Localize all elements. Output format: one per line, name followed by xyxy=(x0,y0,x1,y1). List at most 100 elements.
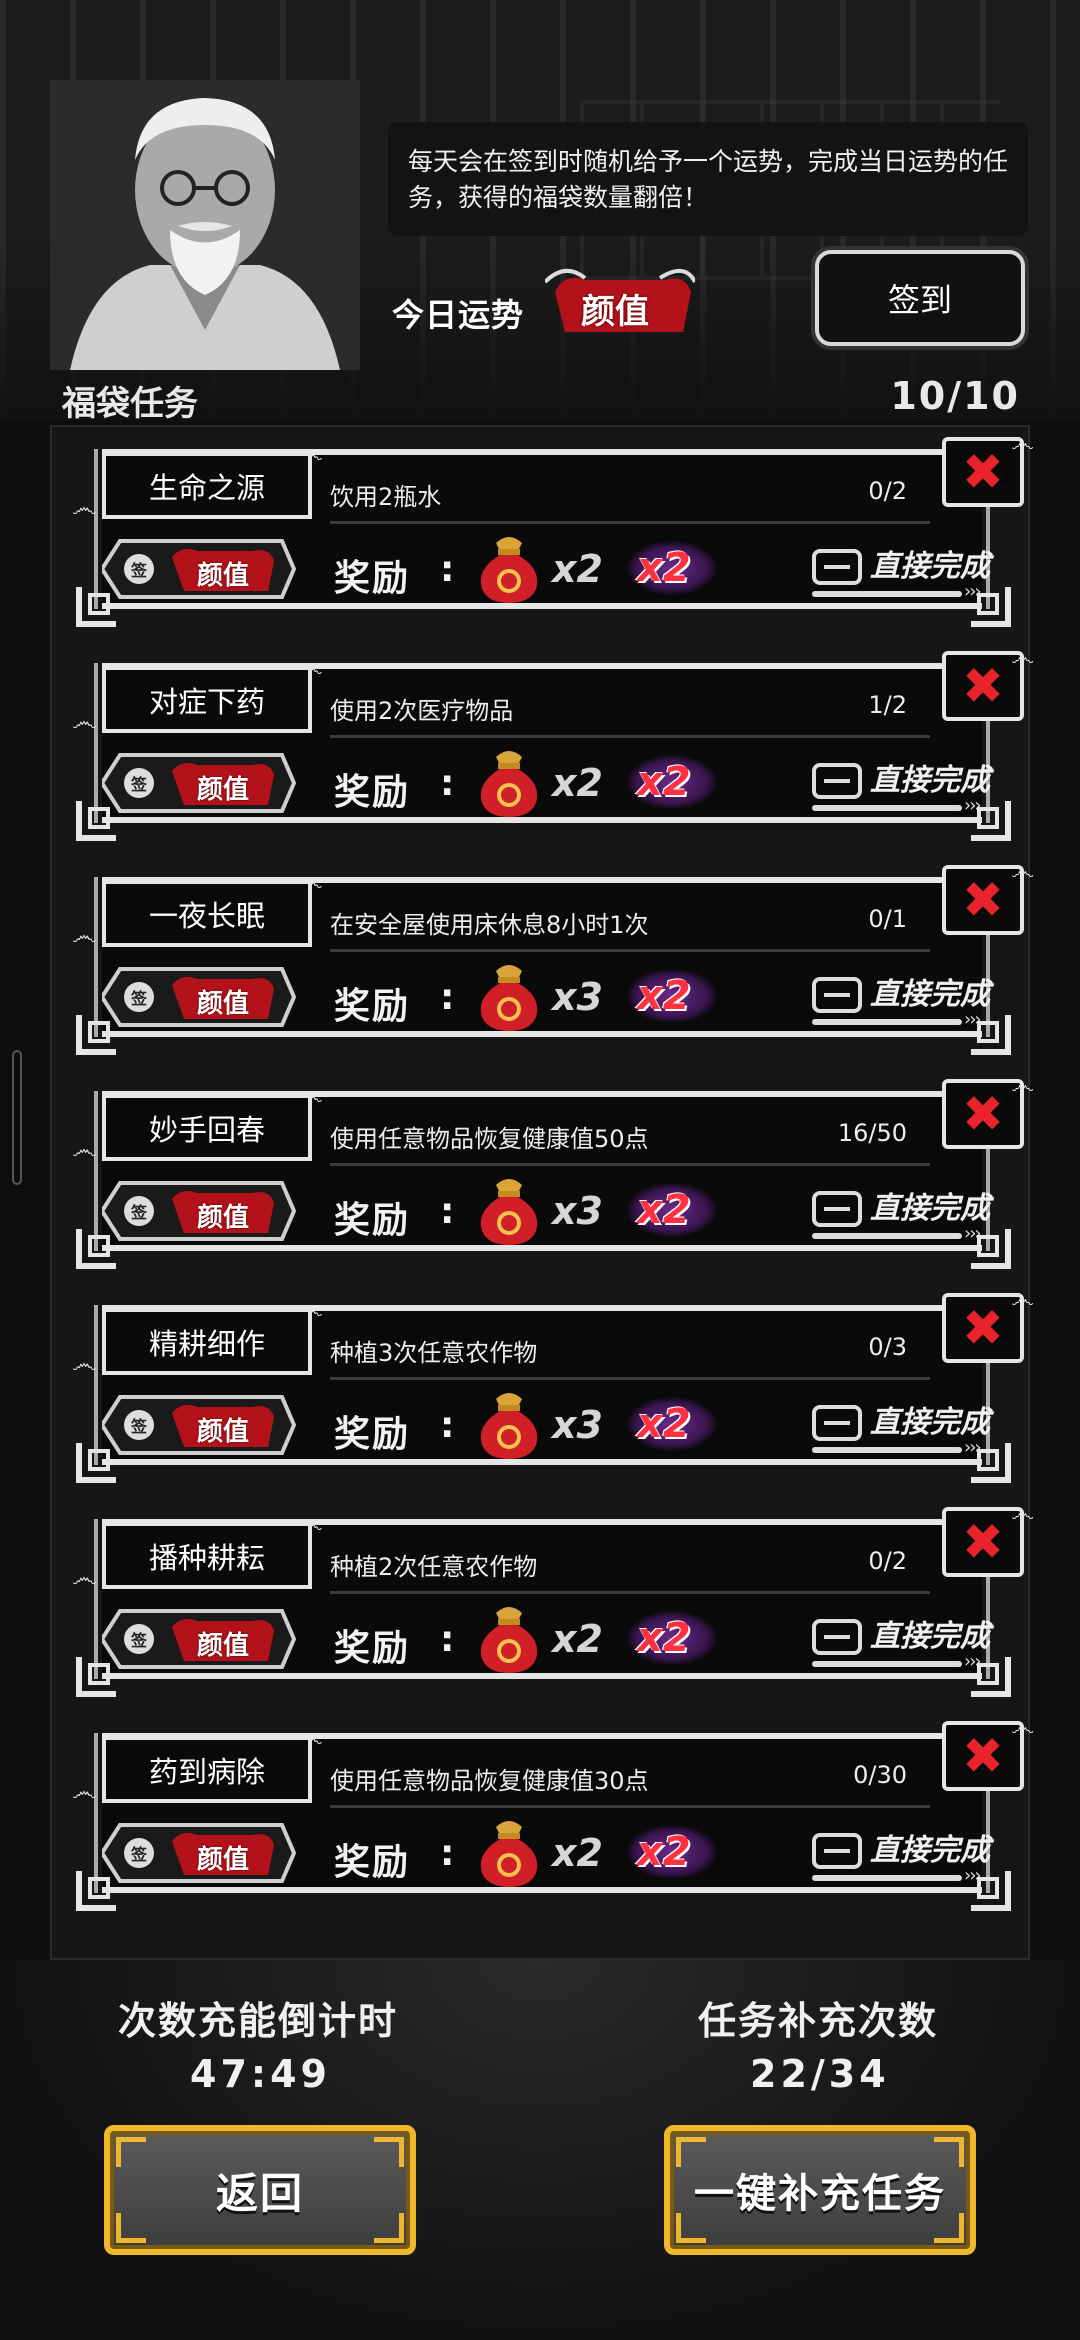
abandon-task-button[interactable]: ✖ ෴ xyxy=(942,1499,1034,1577)
reward-colon: : xyxy=(440,1833,455,1874)
fortune-tag-value: 颜值 xyxy=(197,989,250,1019)
double-reward-badge: x2 xyxy=(627,1825,717,1879)
lucky-bag-icon xyxy=(474,529,544,605)
close-x-icon: ✖ xyxy=(962,657,1004,715)
double-reward-badge: x2 xyxy=(627,541,717,595)
abandon-task-button[interactable]: ✖ ෴ xyxy=(942,1071,1034,1149)
fortune-tag: 签 颜值 xyxy=(99,751,297,815)
task-name: 对症下药 xyxy=(102,665,312,733)
side-drag-handle[interactable] xyxy=(12,1050,22,1185)
task-row: ෴ ෴ 精耕细作 种植3次任意农作物 0/3 签 颜值 奖励 : xyxy=(72,1285,1034,1483)
back-button[interactable]: 返回 xyxy=(104,2125,416,2255)
double-reward-badge: x2 xyxy=(627,755,717,809)
lucky-bag-icon xyxy=(474,1599,544,1675)
task-name: 一夜长眠 xyxy=(102,879,312,947)
cloud-swirl-icon: ෴ xyxy=(1011,857,1034,885)
sign-icon: 签 xyxy=(124,982,154,1012)
task-progress: 0/3 xyxy=(868,1333,907,1361)
double-reward-badge: x2 xyxy=(627,1611,717,1665)
task-count: 10/10 xyxy=(890,374,1020,418)
task-description: 种植3次任意农作物 xyxy=(330,1339,538,1367)
instant-complete-label: 直接完成 xyxy=(870,1191,990,1226)
reward-count: x2 xyxy=(552,761,603,805)
task-name: 生命之源 xyxy=(102,451,312,519)
arrows-icon: ››› xyxy=(964,1437,982,1458)
cloud-swirl-icon: ෴ xyxy=(72,1349,97,1379)
sign-icon: 签 xyxy=(124,1838,154,1868)
task-description: 饮用2瓶水 xyxy=(330,483,442,511)
cloud-swirl-icon: ෴ xyxy=(72,493,97,523)
cloud-swirl-icon: ෴ xyxy=(72,1563,97,1593)
ticket-icon xyxy=(812,1833,862,1869)
signin-button[interactable]: 签到 xyxy=(815,250,1025,346)
task-row: ෴ ෴ 妙手回春 使用任意物品恢复健康值50点 16/50 签 颜值 奖励 : xyxy=(72,1071,1034,1269)
task-row: ෴ ෴ 生命之源 饮用2瓶水 0/2 签 颜值 奖励 : xyxy=(72,429,1034,627)
instant-complete-button[interactable]: 直接完成 ››› xyxy=(812,749,1012,819)
reward-count: x2 xyxy=(552,1831,603,1875)
arrows-icon: ››› xyxy=(964,1865,982,1886)
abandon-task-button[interactable]: ✖ ෴ xyxy=(942,857,1034,935)
reward-label: 奖励 xyxy=(334,986,411,1027)
fortune-tag: 签 颜值 xyxy=(99,537,297,601)
task-name: 播种耕耘 xyxy=(102,1521,312,1589)
abandon-task-button[interactable]: ✖ ෴ xyxy=(942,1285,1034,1363)
arrows-icon: ››› xyxy=(964,1009,982,1030)
reward-count: x2 xyxy=(552,1617,603,1661)
today-fortune-badge: 颜值 xyxy=(543,262,697,344)
instant-complete-label: 直接完成 xyxy=(870,1405,990,1440)
double-multiplier: x2 xyxy=(637,1829,691,1875)
refill-tasks-button[interactable]: 一键补充任务 xyxy=(664,2125,976,2255)
description-divider xyxy=(330,949,930,952)
reward-count: x3 xyxy=(552,1189,603,1233)
cloud-swirl-icon: ෴ xyxy=(1011,643,1034,671)
fortune-tag: 签 颜值 xyxy=(99,1393,297,1457)
reward-colon: : xyxy=(440,1405,455,1446)
fortune-tag: 签 颜值 xyxy=(99,1607,297,1671)
fortune-tag: 签 颜值 xyxy=(99,965,297,1029)
double-multiplier: x2 xyxy=(637,1401,691,1447)
underline-bar xyxy=(812,591,962,597)
instant-complete-button[interactable]: 直接完成 ››› xyxy=(812,963,1012,1033)
reward-count: x3 xyxy=(552,1403,603,1447)
underline-bar xyxy=(812,1019,962,1025)
fortune-tag-value: 颜值 xyxy=(197,1631,250,1661)
task-description: 种植2次任意农作物 xyxy=(330,1553,538,1581)
underline-bar xyxy=(812,805,962,811)
today-fortune-label: 今日运势 xyxy=(392,296,525,334)
lucky-bag-icon xyxy=(474,957,544,1033)
reward-count: x3 xyxy=(552,975,603,1019)
task-description: 在安全屋使用床休息8小时1次 xyxy=(330,911,649,939)
lucky-bag-icon xyxy=(474,1171,544,1247)
underline-bar xyxy=(812,1875,962,1881)
double-reward-badge: x2 xyxy=(627,969,717,1023)
ticket-icon xyxy=(812,1405,862,1441)
task-name: 妙手回春 xyxy=(102,1093,312,1161)
cloud-swirl-icon: ෴ xyxy=(1011,429,1034,457)
fortune-tag-value: 颜值 xyxy=(197,775,250,805)
abandon-task-button[interactable]: ✖ ෴ xyxy=(942,429,1034,507)
abandon-task-button[interactable]: ✖ ෴ xyxy=(942,1713,1034,1791)
ticket-icon xyxy=(812,977,862,1013)
cloud-swirl-icon: ෴ xyxy=(1011,1285,1034,1313)
instant-complete-button[interactable]: 直接完成 ››› xyxy=(812,1819,1012,1889)
abandon-task-button[interactable]: ✖ ෴ xyxy=(942,643,1034,721)
task-row: ෴ ෴ 药到病除 使用任意物品恢复健康值30点 0/30 签 颜值 奖励 : xyxy=(72,1713,1034,1911)
instant-complete-button[interactable]: 直接完成 ››› xyxy=(812,1605,1012,1675)
instant-complete-button[interactable]: 直接完成 ››› xyxy=(812,535,1012,605)
task-list[interactable]: ෴ ෴ 生命之源 饮用2瓶水 0/2 签 颜值 奖励 : xyxy=(50,425,1034,1960)
reward-count: x2 xyxy=(552,547,603,591)
reward-colon: : xyxy=(440,549,455,590)
fortune-tag-value: 颜值 xyxy=(197,1845,250,1875)
fortune-tag-value: 颜值 xyxy=(197,1417,250,1447)
fortune-tag: 签 颜值 xyxy=(99,1821,297,1885)
instant-complete-button[interactable]: 直接完成 ››› xyxy=(812,1391,1012,1461)
arrows-icon: ››› xyxy=(964,1223,982,1244)
close-x-icon: ✖ xyxy=(962,1299,1004,1357)
instant-complete-button[interactable]: 直接完成 ››› xyxy=(812,1177,1012,1247)
task-name: 精耕细作 xyxy=(102,1307,312,1375)
double-multiplier: x2 xyxy=(637,1615,691,1661)
ticket-icon xyxy=(812,763,862,799)
task-progress: 1/2 xyxy=(868,691,907,719)
today-fortune-value: 颜值 xyxy=(581,292,649,332)
sign-icon: 签 xyxy=(124,1410,154,1440)
